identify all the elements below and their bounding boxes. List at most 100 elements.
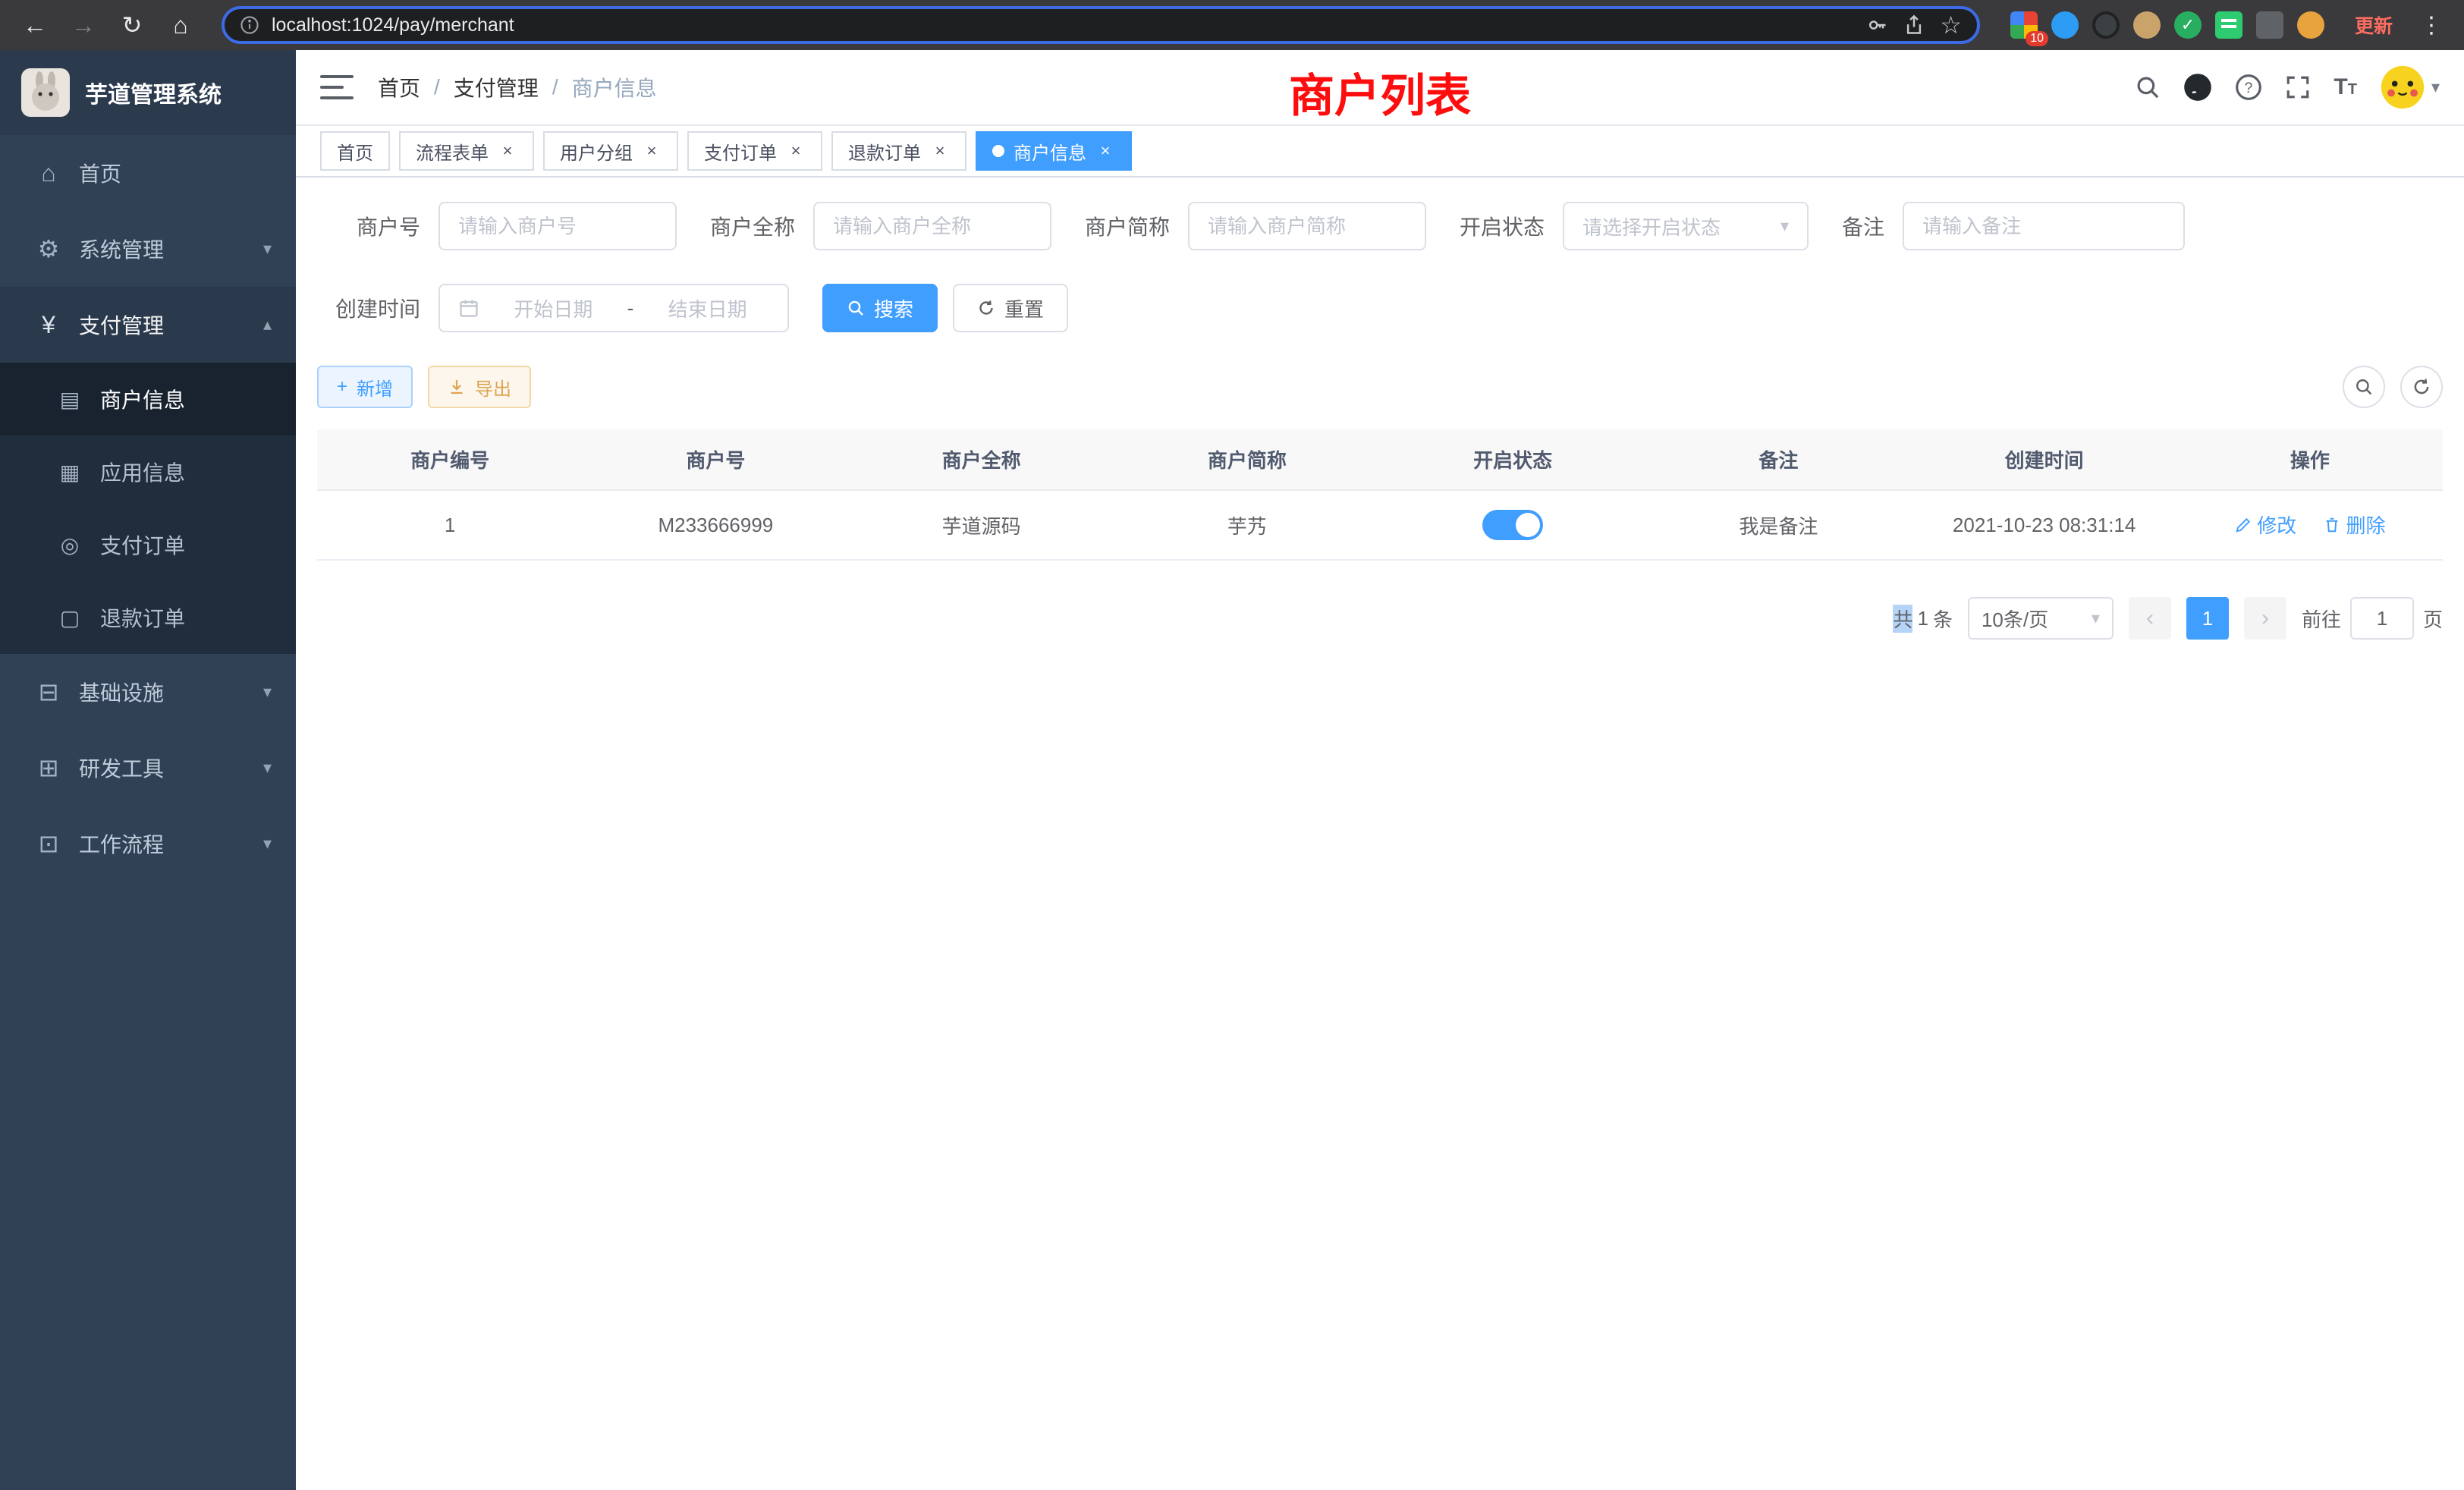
reset-button[interactable]: 重置: [953, 284, 1068, 332]
refund-icon: ▢: [52, 605, 88, 630]
sidebar-item-infrastructure[interactable]: ⊟ 基础设施 ▾: [0, 654, 296, 730]
extension-orange-icon[interactable]: [2297, 11, 2324, 39]
status-select[interactable]: 请选择开启状态 ▾: [1563, 202, 1809, 250]
bookmark-star-icon[interactable]: ☆: [1940, 11, 1962, 39]
extension-avatar-icon[interactable]: [2133, 11, 2161, 39]
col-short-name: 商户简称: [1114, 429, 1380, 490]
breadcrumb: 首页 / 支付管理 / 商户信息: [378, 72, 657, 102]
close-icon[interactable]: ×: [786, 141, 806, 161]
toolbox-icon: ⊞: [30, 753, 67, 782]
cell-create-time: 2021-10-23 08:31:14: [1912, 490, 2177, 560]
tab-home[interactable]: 首页: [320, 131, 390, 171]
breadcrumb-current: 商户信息: [572, 72, 657, 102]
add-button[interactable]: + 新增: [317, 366, 413, 408]
short-name-input[interactable]: [1208, 215, 1406, 238]
delete-link[interactable]: 删除: [2323, 511, 2385, 539]
remark-input[interactable]: [1922, 215, 2165, 238]
tab-process-form[interactable]: 流程表单×: [399, 131, 534, 171]
screen: ← → ↻ ⌂ localhost:1024/pay/merchant ☆ 10: [0, 0, 2464, 1490]
font-size-icon[interactable]: TT: [2334, 74, 2357, 100]
refresh-icon: [2412, 377, 2431, 397]
sidebar-item-home[interactable]: ⌂ 首页: [0, 135, 296, 211]
extension-grid-icon[interactable]: 10: [2010, 11, 2038, 39]
edit-link[interactable]: 修改: [2234, 511, 2296, 539]
close-icon[interactable]: ×: [930, 141, 950, 161]
help-icon[interactable]: ?: [2235, 74, 2262, 101]
address-bar[interactable]: localhost:1024/pay/merchant ☆: [222, 6, 1980, 44]
extension-green-check-icon[interactable]: ✓: [2174, 11, 2202, 39]
site-info-icon[interactable]: [240, 15, 259, 35]
short-name-label: 商户简称: [1085, 211, 1170, 241]
close-icon[interactable]: ×: [1095, 141, 1115, 161]
avatar-image: [2380, 64, 2425, 110]
sidebar-logo[interactable]: 芋道管理系统: [0, 50, 296, 135]
tab-pay-order[interactable]: 支付订单×: [687, 131, 822, 171]
active-dot: [992, 145, 1004, 157]
status-toggle[interactable]: [1482, 510, 1543, 540]
close-icon[interactable]: ×: [498, 141, 517, 161]
create-time-range-picker[interactable]: 开始日期 - 结束日期: [438, 284, 789, 332]
next-page-button[interactable]: ›: [2244, 597, 2286, 640]
merchant-no-input[interactable]: [458, 215, 657, 238]
col-full-name: 商户全称: [849, 429, 1114, 490]
sidebar-item-payment[interactable]: ¥ 支付管理 ▴: [0, 287, 296, 363]
browser-menu-icon[interactable]: ⋮: [2414, 12, 2449, 39]
tab-refund-order[interactable]: 退款订单×: [831, 131, 966, 171]
page-number-1[interactable]: 1: [2186, 597, 2229, 640]
col-remark: 备注: [1645, 429, 1911, 490]
password-key-icon[interactable]: [1867, 14, 1888, 36]
col-merchant-no: 商户号: [583, 429, 848, 490]
tab-user-group[interactable]: 用户分组×: [543, 131, 678, 171]
chrome-update-button[interactable]: 更新: [2343, 7, 2405, 43]
browser-forward-icon[interactable]: →: [64, 5, 103, 45]
logo-avatar: [21, 68, 70, 117]
pencil-icon: [2234, 516, 2252, 534]
breadcrumb-home[interactable]: 首页: [378, 72, 420, 102]
hamburger-icon[interactable]: [320, 75, 354, 99]
chevron-up-icon: ▴: [263, 315, 272, 335]
prev-page-button[interactable]: ‹: [2129, 597, 2171, 640]
breadcrumb-payment[interactable]: 支付管理: [454, 72, 539, 102]
chevron-down-icon: ▾: [263, 834, 272, 853]
full-name-label: 商户全称: [710, 211, 795, 241]
browser-back-icon[interactable]: ←: [15, 5, 55, 45]
share-icon[interactable]: [1903, 14, 1925, 36]
sidebar-item-devtools[interactable]: ⊞ 研发工具 ▾: [0, 730, 296, 806]
toggle-search-button[interactable]: [2343, 366, 2385, 408]
browser-reload-icon[interactable]: ↻: [112, 5, 152, 45]
search-button[interactable]: 搜索: [822, 284, 938, 332]
cell-merchant-no: M233666999: [583, 490, 848, 560]
plus-icon: +: [337, 376, 347, 398]
page-annotation-title: 商户列表: [1289, 59, 1471, 125]
extension-dark-icon[interactable]: [2092, 11, 2120, 39]
fullscreen-icon[interactable]: [2285, 74, 2311, 100]
goto-page-input[interactable]: [2350, 597, 2414, 640]
user-avatar[interactable]: ▾: [2380, 64, 2440, 110]
merchant-no-label: 商户号: [317, 211, 420, 241]
sidebar-item-app-info[interactable]: ▦ 应用信息: [0, 435, 296, 508]
merchant-table: 商户编号 商户号 商户全称 商户简称 开启状态 备注 创建时间 操作 1: [317, 429, 2443, 561]
extension-puzzle-icon[interactable]: [2256, 11, 2283, 39]
sidebar-item-system[interactable]: ⚙ 系统管理 ▾: [0, 211, 296, 287]
export-button[interactable]: 导出: [428, 366, 531, 408]
sidebar-item-merchant-info[interactable]: ▤ 商户信息: [0, 363, 296, 435]
browser-chrome: ← → ↻ ⌂ localhost:1024/pay/merchant ☆ 10: [0, 0, 2464, 50]
sidebar-item-refund-order[interactable]: ▢ 退款订单: [0, 581, 296, 654]
close-icon[interactable]: ×: [642, 141, 662, 161]
download-icon: [448, 378, 466, 396]
extension-blue-icon[interactable]: [2051, 11, 2079, 39]
refresh-table-button[interactable]: [2400, 366, 2443, 408]
browser-home-icon[interactable]: ⌂: [161, 5, 200, 45]
monitor-icon: ⊟: [30, 677, 67, 706]
full-name-input[interactable]: [833, 215, 1032, 238]
tab-merchant-info[interactable]: 商户信息×: [976, 131, 1132, 171]
cell-short-name: 芋艿: [1114, 490, 1380, 560]
cell-remark: 我是备注: [1645, 490, 1911, 560]
sidebar-item-workflow[interactable]: ⊡ 工作流程 ▾: [0, 806, 296, 882]
sidebar-item-pay-order[interactable]: ◎ 支付订单: [0, 508, 296, 581]
search-icon[interactable]: [2135, 74, 2161, 100]
extension-notes-icon[interactable]: [2215, 11, 2242, 39]
page-size-select[interactable]: 10条/页 ▾: [1968, 597, 2114, 640]
col-status: 开启状态: [1380, 429, 1645, 490]
github-icon[interactable]: [2183, 73, 2212, 102]
